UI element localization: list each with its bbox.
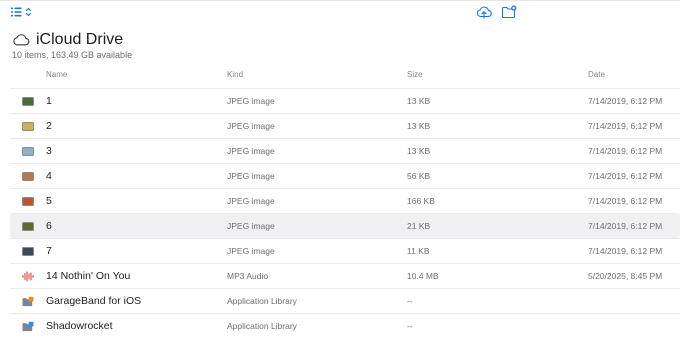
file-size: 21 KB bbox=[407, 221, 431, 231]
storage-summary: 10 items, 163.49 GB available bbox=[12, 50, 133, 60]
file-row[interactable]: 2 JPEG image 13 KB 7/14/2019, 6:12 PM bbox=[10, 113, 680, 138]
folder-row[interactable]: Shadowrocket Application Library -- bbox=[10, 313, 680, 338]
file-kind: JPEG image bbox=[227, 221, 275, 231]
file-date: 7/14/2019, 6:12 PM bbox=[588, 221, 663, 231]
file-size: -- bbox=[407, 296, 413, 306]
file-list: 1 JPEG image 13 KB 7/14/2019, 6:12 PM 2 … bbox=[10, 88, 680, 338]
file-size: 11 KB bbox=[407, 246, 430, 256]
cloud-icon bbox=[13, 34, 30, 46]
file-row[interactable]: 3 JPEG image 13 KB 7/14/2019, 6:12 PM bbox=[10, 138, 680, 163]
file-date: 7/14/2019, 6:12 PM bbox=[588, 146, 663, 156]
file-row[interactable]: 14 Nothin' On You MP3 Audio 10.4 MB 5/20… bbox=[10, 263, 680, 288]
file-name: 6 bbox=[46, 220, 52, 232]
image-thumbnail-icon bbox=[22, 171, 34, 182]
file-name: 7 bbox=[46, 245, 52, 257]
file-date: 7/14/2019, 6:12 PM bbox=[588, 96, 663, 106]
image-thumbnail-icon bbox=[22, 146, 34, 157]
file-kind: JPEG image bbox=[227, 146, 275, 156]
file-kind: Application Library bbox=[227, 321, 297, 331]
file-date: 7/14/2019, 6:12 PM bbox=[588, 121, 663, 131]
app-folder-icon bbox=[22, 296, 34, 307]
image-thumbnail-icon bbox=[22, 96, 34, 107]
file-kind: JPEG image bbox=[227, 196, 275, 206]
file-size: 166 KB bbox=[407, 196, 435, 206]
file-size: 13 KB bbox=[407, 121, 431, 131]
column-header-name[interactable]: Name bbox=[46, 70, 67, 79]
file-name: 5 bbox=[46, 195, 52, 207]
file-kind: JPEG image bbox=[227, 246, 275, 256]
image-thumbnail-icon bbox=[22, 221, 34, 232]
folder-row[interactable]: GarageBand for iOS Application Library -… bbox=[10, 288, 680, 313]
file-date: 7/14/2019, 6:12 PM bbox=[588, 171, 663, 181]
file-name: 2 bbox=[46, 120, 52, 132]
file-size: 10.4 MB bbox=[407, 271, 439, 281]
upload-button[interactable] bbox=[475, 4, 493, 20]
file-size: -- bbox=[407, 321, 413, 331]
file-row[interactable]: 7 JPEG image 11 KB 7/14/2019, 6:12 PM bbox=[10, 238, 680, 263]
file-row-selected[interactable]: 6 JPEG image 21 KB 7/14/2019, 6:12 PM bbox=[10, 213, 680, 238]
image-thumbnail-icon bbox=[22, 246, 34, 257]
file-size: 13 KB bbox=[407, 146, 431, 156]
file-name: 4 bbox=[46, 170, 52, 182]
file-name: 1 bbox=[46, 95, 52, 107]
page-header: iCloud Drive bbox=[12, 30, 123, 50]
file-kind: JPEG image bbox=[227, 121, 275, 131]
view-options-button[interactable] bbox=[10, 5, 36, 19]
file-size: 56 KB bbox=[407, 171, 431, 181]
file-kind: JPEG image bbox=[227, 171, 275, 181]
file-date: 7/14/2019, 6:12 PM bbox=[588, 246, 663, 256]
list-view-icon bbox=[11, 7, 32, 17]
file-size: 13 KB bbox=[407, 96, 431, 106]
column-header-size[interactable]: Size bbox=[407, 70, 423, 79]
file-row[interactable]: 5 JPEG image 166 KB 7/14/2019, 6:12 PM bbox=[10, 188, 680, 213]
column-header-kind[interactable]: Kind bbox=[227, 70, 243, 79]
new-folder-button[interactable] bbox=[500, 4, 518, 20]
file-date: 5/20/2025, 8:45 PM bbox=[588, 271, 663, 281]
page-title: iCloud Drive bbox=[36, 31, 124, 48]
file-row[interactable]: 1 JPEG image 13 KB 7/14/2019, 6:12 PM bbox=[10, 88, 680, 113]
file-date: 7/14/2019, 6:12 PM bbox=[588, 196, 663, 206]
audio-waveform-icon bbox=[22, 271, 34, 282]
file-kind: Application Library bbox=[227, 296, 297, 306]
file-row[interactable]: 4 JPEG image 56 KB 7/14/2019, 6:12 PM bbox=[10, 163, 680, 188]
column-header-date[interactable]: Date bbox=[588, 70, 605, 79]
file-kind: MP3 Audio bbox=[227, 271, 269, 281]
image-thumbnail-icon bbox=[22, 121, 34, 132]
app-folder-icon bbox=[22, 321, 34, 332]
file-name: 3 bbox=[46, 145, 52, 157]
file-name: Shadowrocket bbox=[46, 320, 113, 332]
file-name: GarageBand for iOS bbox=[46, 295, 142, 307]
file-kind: JPEG image bbox=[227, 96, 275, 106]
toolbar bbox=[0, 0, 680, 24]
file-name: 14 Nothin' On You bbox=[46, 270, 131, 282]
image-thumbnail-icon bbox=[22, 196, 34, 207]
new-folder-icon bbox=[501, 5, 517, 19]
chevron-updown-icon bbox=[25, 7, 32, 17]
cloud-upload-icon bbox=[476, 6, 492, 19]
